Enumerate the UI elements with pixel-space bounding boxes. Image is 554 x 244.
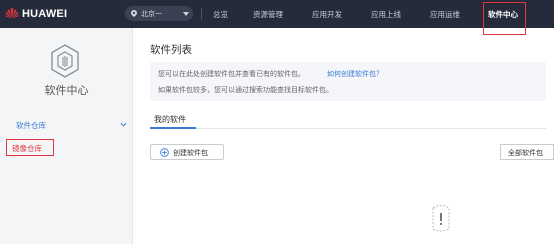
software-center-highlight bbox=[483, 2, 526, 35]
package-filter-select[interactable]: 全部软件包 bbox=[500, 144, 554, 160]
caret-down-icon bbox=[183, 12, 189, 16]
package-box-icon bbox=[51, 44, 79, 78]
nav-resource-management[interactable]: 资源管理 bbox=[253, 9, 283, 20]
how-to-create-link[interactable]: 如何创建软件包？ bbox=[327, 69, 383, 79]
tab-my-software[interactable]: 我的软件 bbox=[154, 114, 186, 125]
sidebar: 软件中心 软件仓库 镜像仓库 bbox=[0, 28, 133, 244]
sidebar-item-label: 软件仓库 bbox=[16, 121, 46, 130]
nav-app-development[interactable]: 应用开发 bbox=[312, 9, 342, 20]
info-text-line2: 如果软件包较多，您可以通过搜索功能查找目标软件包。 bbox=[158, 86, 333, 94]
page-title: 软件列表 bbox=[150, 44, 192, 56]
tab-bar: 我的软件 bbox=[150, 112, 546, 129]
add-circle-icon bbox=[160, 148, 169, 157]
nav-overview[interactable]: 总览 bbox=[213, 9, 228, 20]
sidebar-title: 软件中心 bbox=[44, 84, 89, 97]
filter-selected-value: 全部软件包 bbox=[508, 149, 543, 157]
sidebar-item-image-repository[interactable]: 镜像仓库 bbox=[6, 139, 54, 156]
chevron-down-icon bbox=[120, 122, 127, 127]
region-selector[interactable]: 北京一 bbox=[125, 6, 193, 21]
info-text-line1: 您可以在此处创建软件包并查看已有的软件包。 bbox=[158, 70, 305, 78]
sidebar-subitem-label: 镜像仓库 bbox=[12, 144, 42, 153]
sidebar-item-software-repository[interactable]: 软件仓库 bbox=[0, 118, 133, 133]
region-label: 北京一 bbox=[141, 10, 162, 18]
active-tab-indicator bbox=[150, 127, 196, 129]
empty-box-icon bbox=[432, 205, 450, 232]
huawei-logo-icon bbox=[5, 8, 19, 19]
nav-app-release[interactable]: 应用上线 bbox=[371, 9, 401, 20]
nav-divider bbox=[201, 8, 202, 20]
info-panel: 您可以在此处创建软件包并查看已有的软件包。 如何创建软件包？ 如果软件包较多，您… bbox=[150, 62, 546, 101]
create-package-label: 创建软件包 bbox=[173, 149, 208, 157]
nav-app-operations[interactable]: 应用运维 bbox=[430, 9, 460, 20]
create-package-button[interactable]: 创建软件包 bbox=[150, 144, 224, 160]
location-pin-icon bbox=[131, 10, 137, 17]
top-navigation-bar: HUAWEI 北京一 总览 资源管理 应用开发 应用上线 应用运维 软件中心 bbox=[0, 0, 554, 28]
brand-name: HUAWEI bbox=[22, 8, 68, 20]
